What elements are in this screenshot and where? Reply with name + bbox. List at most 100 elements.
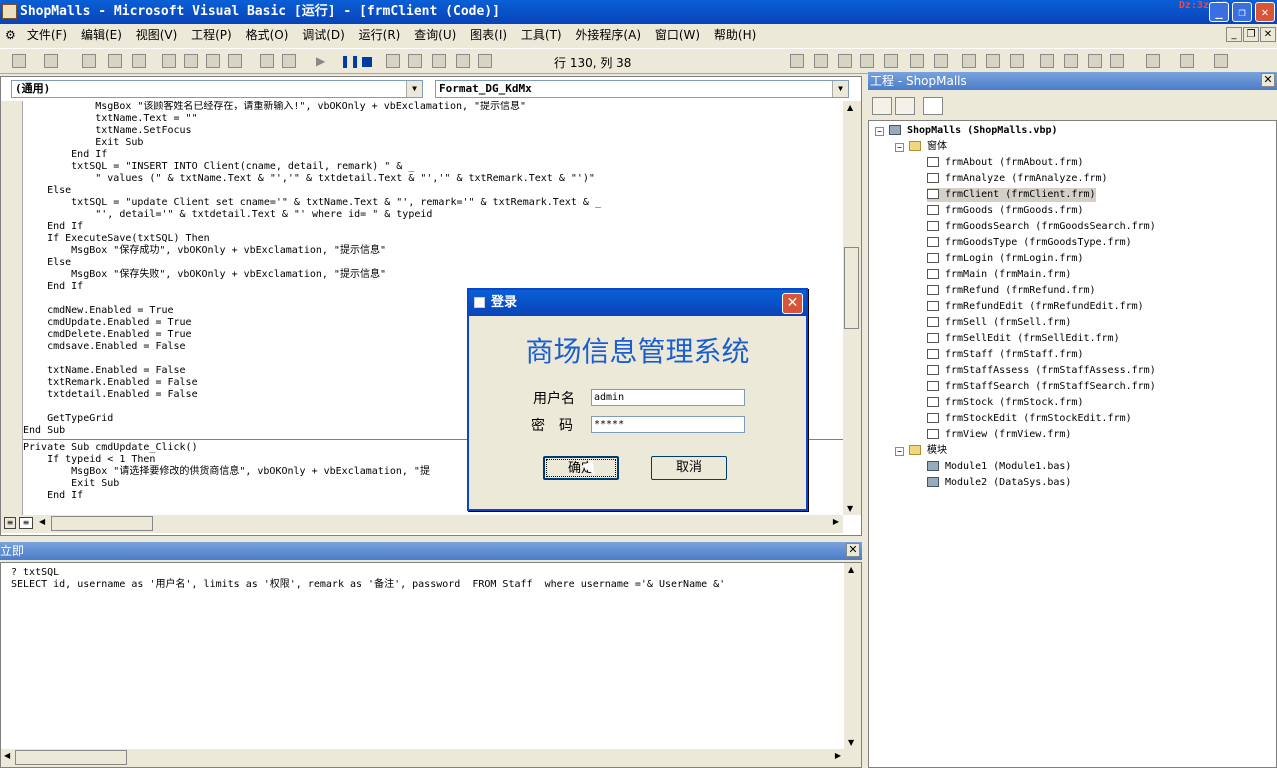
menu-format[interactable]: 格式(O) <box>241 24 294 46</box>
scroll-thumb[interactable] <box>15 750 127 765</box>
tree-form-item[interactable]: frmGoodsType (frmGoodsType.frm) <box>927 236 1132 250</box>
toggle-breakpoint-icon[interactable] <box>962 54 976 68</box>
view-code-icon[interactable] <box>872 97 892 115</box>
menu-help[interactable]: 帮助(H) <box>709 24 761 46</box>
edit-toolbar-icon-5[interactable] <box>884 54 898 68</box>
scroll-left-icon[interactable]: ◀ <box>39 517 45 526</box>
code-vertical-scrollbar[interactable]: ▲ ▼ <box>843 101 861 515</box>
prev-bookmark-icon[interactable] <box>1088 54 1102 68</box>
tree-form-item[interactable]: frmSell (frmSell.frm) <box>927 316 1071 330</box>
tree-form-item[interactable]: frmStaffAssess (frmStaffAssess.frm) <box>927 364 1156 378</box>
menu-run[interactable]: 运行(R) <box>354 24 406 46</box>
tree-form-item[interactable]: frmGoods (frmGoods.frm) <box>927 204 1083 218</box>
tree-folder-forms[interactable]: 窗体 <box>909 140 947 154</box>
tree-form-item[interactable]: frmSellEdit (frmSellEdit.frm) <box>927 332 1120 346</box>
menu-file[interactable]: 文件(F) <box>22 24 72 46</box>
immediate-window[interactable]: ? txtSQL SELECT id, username as '用户名', li… <box>0 562 862 768</box>
menu-window[interactable]: 窗口(W) <box>650 24 705 46</box>
indent-icon[interactable] <box>910 54 924 68</box>
chevron-down-icon[interactable]: ▼ <box>406 81 422 97</box>
scroll-right-icon[interactable]: ▶ <box>833 517 839 526</box>
comment-block-icon[interactable] <box>986 54 1000 68</box>
edit-toolbar-icon-4[interactable] <box>860 54 874 68</box>
scroll-thumb[interactable] <box>844 247 859 329</box>
tree-form-item[interactable]: frmRefundEdit (frmRefundEdit.frm) <box>927 300 1144 314</box>
cancel-button[interactable]: 取消 <box>651 456 727 480</box>
mdi-minimize-button[interactable]: _ <box>1226 27 1242 42</box>
tree-form-item[interactable]: frmStock (frmStock.frm) <box>927 396 1083 410</box>
bookmark-icon[interactable] <box>1040 54 1054 68</box>
scroll-thumb[interactable] <box>51 516 153 531</box>
collapse-icon[interactable]: − <box>875 127 884 136</box>
undo-icon[interactable] <box>260 54 274 68</box>
minimize-button[interactable]: _ <box>1209 2 1229 22</box>
tree-form-item[interactable]: frmClient (frmClient.frm) <box>927 188 1096 202</box>
tree-form-item[interactable]: frmAnalyze (frmAnalyze.frm) <box>927 172 1108 186</box>
code-horizontal-scrollbar[interactable]: ≡ ≡ ◀ ▶ <box>1 515 843 533</box>
add-project-icon[interactable] <box>12 54 26 68</box>
mdi-restore-button[interactable]: ❐ <box>1243 27 1259 42</box>
edit-toolbar-icon-3[interactable] <box>838 54 852 68</box>
menu-tools[interactable]: 工具(T) <box>516 24 567 46</box>
clear-bookmarks-icon[interactable] <box>1110 54 1124 68</box>
close-icon[interactable]: ✕ <box>1261 73 1275 87</box>
scroll-down-icon[interactable]: ▼ <box>847 504 853 513</box>
align-icon[interactable] <box>1146 54 1160 68</box>
edit-toolbar-icon-1[interactable] <box>790 54 804 68</box>
menu-project[interactable]: 工程(P) <box>186 24 237 46</box>
tree-form-item[interactable]: frmStockEdit (frmStockEdit.frm) <box>927 412 1132 426</box>
procedure-dropdown[interactable]: Format_DG_KdMx ▼ <box>435 80 849 98</box>
menu-addins[interactable]: 外接程序(A) <box>570 24 646 46</box>
restore-button[interactable]: ❐ <box>1232 2 1252 22</box>
tree-form-item[interactable]: frmView (frmView.frm) <box>927 428 1071 442</box>
next-bookmark-icon[interactable] <box>1064 54 1078 68</box>
toolbox-icon[interactable] <box>478 54 492 68</box>
copy-icon[interactable] <box>184 54 198 68</box>
close-icon[interactable]: ✕ <box>846 543 860 557</box>
object-dropdown[interactable]: (通用) ▼ <box>11 80 423 98</box>
mdi-close-button[interactable]: ✕ <box>1260 27 1276 42</box>
end-icon[interactable] <box>362 57 372 67</box>
scroll-down-icon[interactable]: ▼ <box>848 738 854 747</box>
find-icon[interactable] <box>228 54 242 68</box>
password-field[interactable]: ***** <box>591 416 745 433</box>
tree-form-item[interactable]: frmLogin (frmLogin.frm) <box>927 252 1083 266</box>
menu-debug[interactable]: 调试(D) <box>297 24 350 46</box>
menu-query[interactable]: 查询(U) <box>409 24 461 46</box>
chevron-down-icon[interactable]: ▼ <box>832 81 848 97</box>
cut-icon[interactable] <box>162 54 176 68</box>
scroll-up-icon[interactable]: ▲ <box>847 103 853 112</box>
tree-project-root[interactable]: ShopMalls (ShopMalls.vbp) <box>889 124 1058 138</box>
redo-icon[interactable] <box>282 54 296 68</box>
collapse-icon[interactable]: − <box>895 143 904 152</box>
form-layout-icon[interactable] <box>432 54 446 68</box>
immediate-text[interactable]: ? txtSQL SELECT id, username as '用户名', li… <box>11 567 725 591</box>
add-form-icon[interactable] <box>44 54 58 68</box>
tree-form-item[interactable]: frmRefund (frmRefund.frm) <box>927 284 1096 298</box>
center-icon[interactable] <box>1180 54 1194 68</box>
code-margin[interactable] <box>1 101 23 515</box>
tree-folder-modules[interactable]: 模块 <box>909 444 947 458</box>
tree-form-item[interactable]: frmStaffSearch (frmStaffSearch.frm) <box>927 380 1156 394</box>
menu-view[interactable]: 视图(V) <box>131 24 183 46</box>
immediate-vertical-scrollbar[interactable]: ▲ ▼ <box>844 563 861 749</box>
tree-form-item[interactable]: frmStaff (frmStaff.frm) <box>927 348 1083 362</box>
tree-form-item[interactable]: frmGoodsSearch (frmGoodsSearch.frm) <box>927 220 1156 234</box>
properties-icon[interactable] <box>408 54 422 68</box>
break-icon[interactable]: ❚❚ <box>340 54 360 68</box>
edit-toolbar-icon-2[interactable] <box>814 54 828 68</box>
ok-button[interactable]: 确定 <box>543 456 619 480</box>
immediate-horizontal-scrollbar[interactable]: ◀ ▶ <box>1 749 861 767</box>
dialog-close-button[interactable]: ✕ <box>782 293 803 314</box>
menu-editor-icon[interactable] <box>82 54 96 68</box>
project-explorer-icon[interactable] <box>386 54 400 68</box>
full-module-view-icon[interactable]: ≡ <box>19 517 33 529</box>
toggle-folders-icon[interactable] <box>923 97 943 115</box>
scroll-left-icon[interactable]: ◀ <box>4 751 10 760</box>
tree-form-item[interactable]: frmAbout (frmAbout.frm) <box>927 156 1083 170</box>
menu-diagram[interactable]: 图表(I) <box>465 24 512 46</box>
scroll-up-icon[interactable]: ▲ <box>848 565 854 574</box>
uncomment-block-icon[interactable] <box>1010 54 1024 68</box>
size-icon[interactable] <box>1214 54 1228 68</box>
tree-module-item[interactable]: Module2 (DataSys.bas) <box>927 476 1071 490</box>
